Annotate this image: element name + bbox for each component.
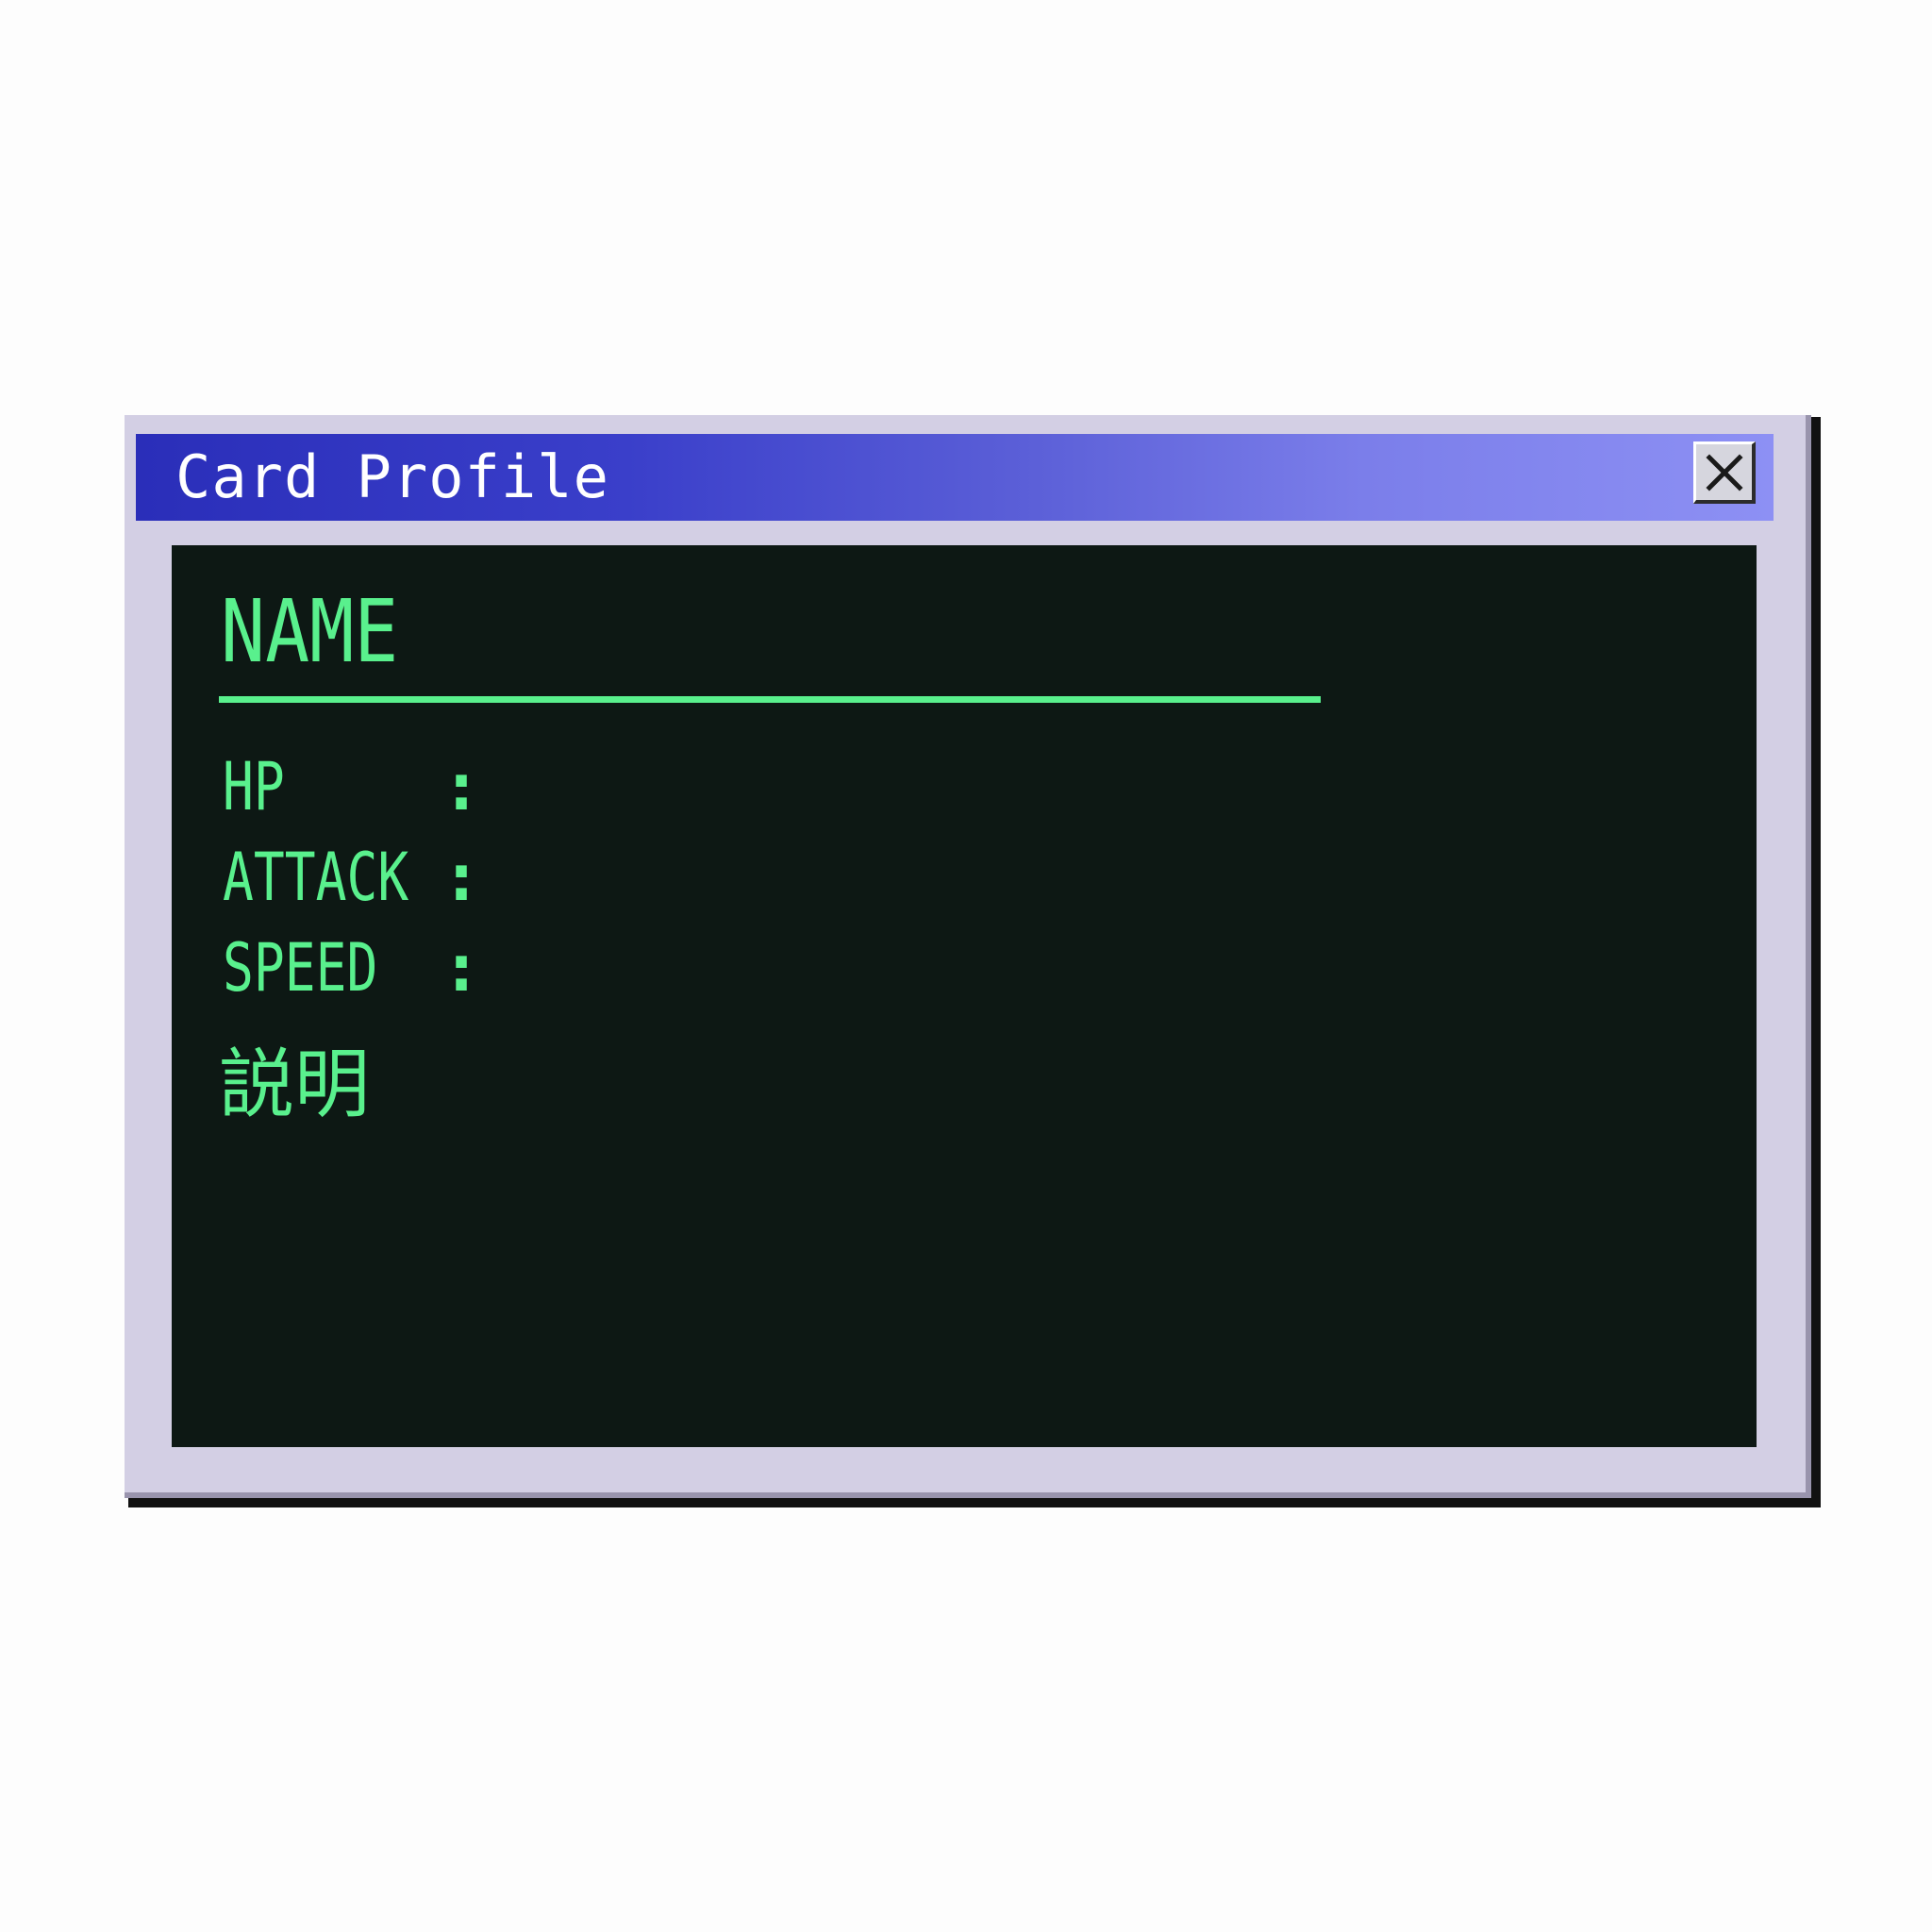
stat-label-speed: SPEED — [223, 929, 378, 1007]
stat-label-attack: ATTACK — [223, 839, 409, 916]
title-bar[interactable]: Card Profile — [136, 434, 1774, 521]
card-screen: NAME HP : ATTACK : SPEED : 説明 — [172, 545, 1757, 1447]
card-name-heading: NAME — [221, 581, 399, 682]
stat-row-hp: HP : — [223, 749, 789, 824]
description-label: 説明 — [219, 1041, 370, 1128]
card-profile-window: Card Profile NAME HP : ATTACK : SPEED : … — [125, 415, 1811, 1498]
close-icon — [1706, 454, 1743, 491]
stat-separator-hp: : — [441, 748, 482, 825]
stat-separator-speed: : — [441, 929, 482, 1007]
stat-separator-attack: : — [441, 839, 482, 916]
stat-label-hp: HP — [223, 748, 285, 825]
stat-row-attack: ATTACK : — [223, 840, 789, 915]
stat-row-speed: SPEED : — [223, 930, 789, 1006]
name-underline — [219, 696, 1321, 703]
window-title: Card Profile — [175, 442, 609, 511]
close-button[interactable] — [1693, 441, 1756, 504]
